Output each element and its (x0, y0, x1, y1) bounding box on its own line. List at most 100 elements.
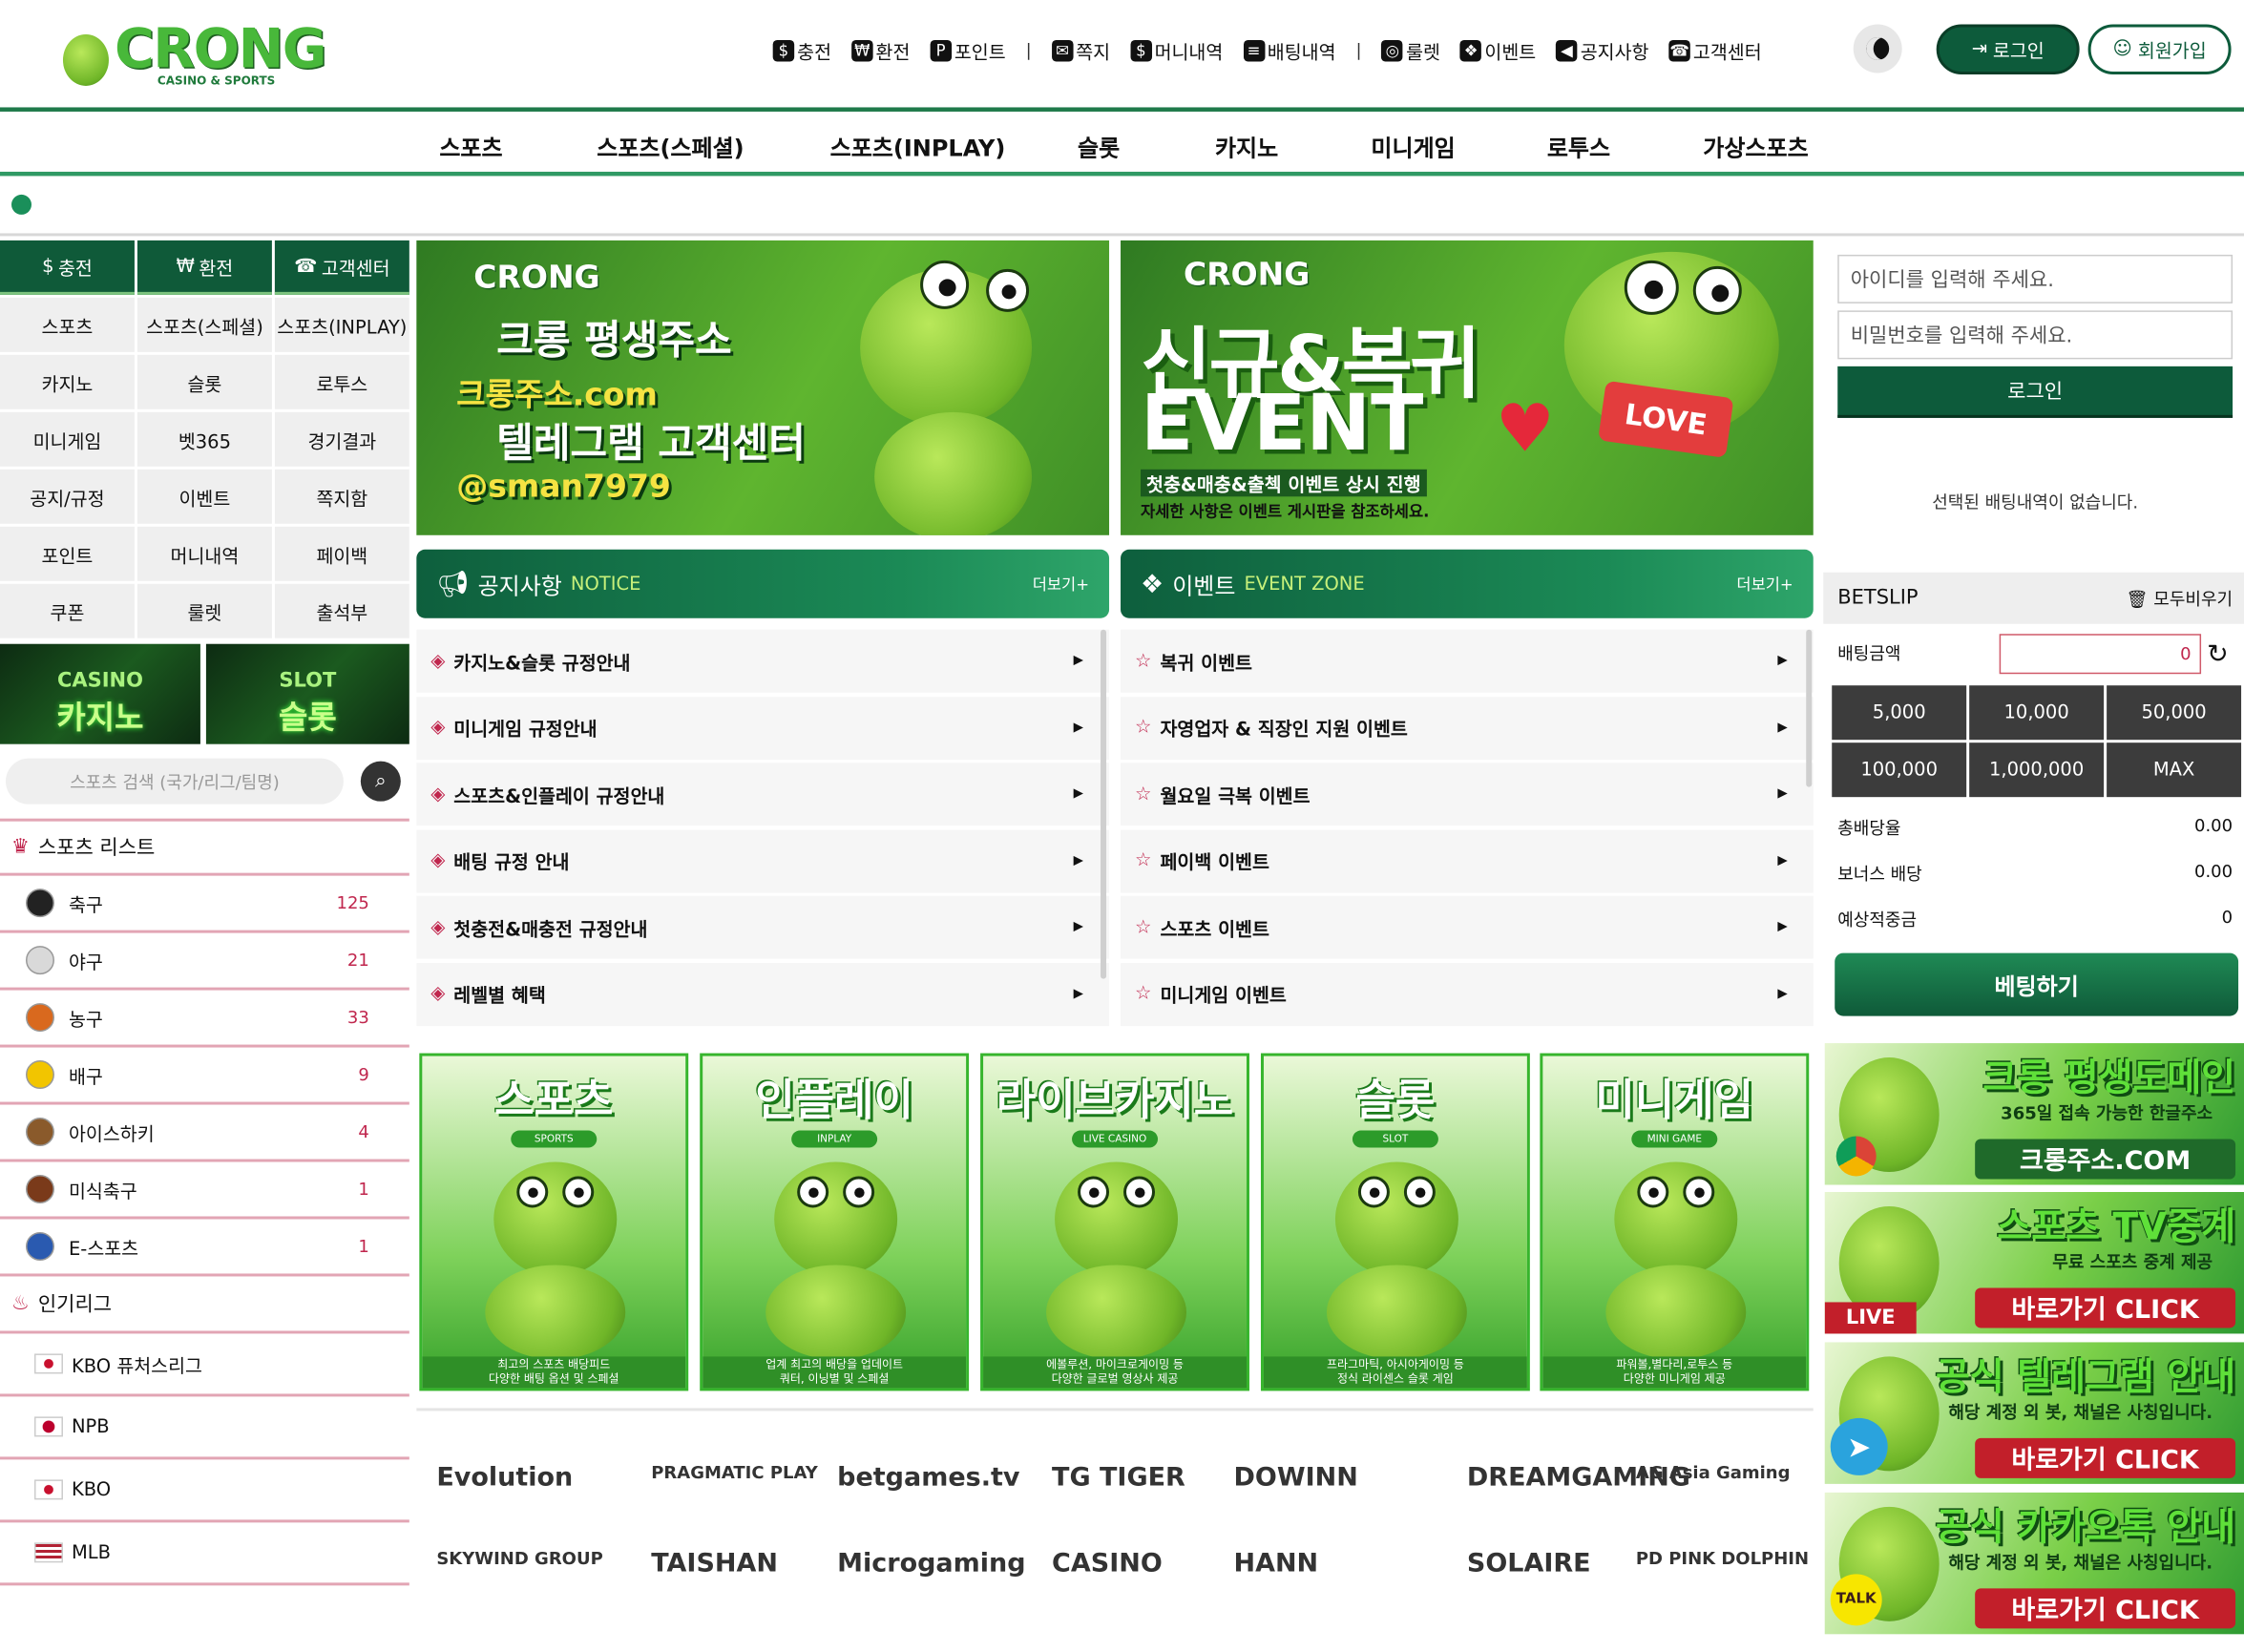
sport-row[interactable]: 아이스하키 4 (0, 1105, 409, 1162)
notice-item[interactable]: ◈ 카지노&슬롯 규정안내 ▶ (416, 629, 1110, 693)
event-more-link[interactable]: 더보기+ (1736, 573, 1793, 596)
notice-item[interactable]: ◈ 배팅 규정 안내 ▶ (416, 829, 1110, 893)
slot-banner[interactable]: SLOT 슬롯 (205, 643, 409, 744)
event-scrollbar[interactable] (1806, 629, 1813, 787)
league-row[interactable]: MLB (0, 1522, 409, 1586)
mainnav-virtual-sports[interactable]: 가상스포츠 (1703, 129, 1808, 163)
mainnav-slot[interactable]: 슬롯 (1078, 129, 1120, 163)
password-input[interactable]: 비밀번호를 입력해 주세요. (1837, 310, 2234, 360)
quick-menu-item[interactable]: 포인트 (0, 526, 135, 581)
game-tile-sports[interactable]: 스포츠 SPORTS 최고의 스포츠 배당피드 다양한 배팅 옵션 및 스페셜 (419, 1053, 689, 1391)
quick-menu-item[interactable]: 출석부 (274, 583, 409, 638)
side-banner[interactable]: 크롱 평생도메인 365일 접속 가능한 한글주소 크롱주소.COM (1824, 1043, 2244, 1185)
notice-item[interactable]: ◈ 스포츠&인플레이 규정안내 ▶ (416, 763, 1110, 826)
game-tile-desc-2: 정식 라이센스 슬롯 게임 (1337, 1371, 1454, 1386)
mainnav-sports-special[interactable]: 스포츠(스페셜) (597, 129, 744, 163)
quick-menu-item[interactable]: 카지노 (0, 354, 135, 409)
league-row[interactable]: KBO (0, 1459, 409, 1523)
side-banner[interactable]: 스포츠 TV중계 무료 스포츠 중계 제공 바로가기 CLICK LIVE (1824, 1192, 2244, 1334)
quick-menu-item[interactable]: 공지/규정 (0, 469, 135, 524)
league-row[interactable]: KBO 퓨처스리그 (0, 1333, 409, 1397)
quick-deposit[interactable]: $ 충전 (0, 240, 135, 295)
quick-menu-item[interactable]: 벳365 (136, 411, 272, 467)
topnav-item[interactable]: $ 머니내역 (1130, 36, 1223, 64)
chip-max[interactable]: MAX (2107, 742, 2242, 798)
quick-menu-item[interactable]: 스포츠(스페셜) (136, 297, 272, 352)
event-item[interactable]: ☆ 미니게임 이벤트 ▶ (1121, 963, 1814, 1027)
chip-10000[interactable]: 10,000 (1969, 685, 2105, 741)
mainnav-sports[interactable]: 스포츠 (439, 129, 502, 163)
sidebar-login-button[interactable]: 로그인 (1837, 366, 2234, 418)
chip-5000[interactable]: 5,000 (1832, 685, 1967, 741)
event-item[interactable]: ☆ 월요일 극복 이벤트 ▶ (1121, 763, 1814, 826)
quick-menu-item[interactable]: 이벤트 (136, 469, 272, 524)
quick-withdraw[interactable]: ₩ 환전 (136, 240, 272, 295)
notice-scrollbar[interactable] (1101, 629, 1107, 979)
sport-row[interactable]: 배구 9 (0, 1048, 409, 1105)
quick-menu-item[interactable]: 쪽지함 (274, 469, 409, 524)
mainnav-lotus[interactable]: 로투스 (1547, 129, 1610, 163)
mainnav-minigame[interactable]: 미니게임 (1371, 129, 1455, 163)
quick-menu-item[interactable]: 스포츠 (0, 297, 135, 352)
quick-menu-item[interactable]: 슬롯 (136, 354, 272, 409)
sport-row[interactable]: 축구 125 (0, 876, 409, 933)
dark-mode-toggle[interactable] (1853, 24, 1902, 73)
mainnav-sports-inplay[interactable]: 스포츠(INPLAY) (830, 129, 1006, 163)
game-tile-inplay[interactable]: 인플레이 INPLAY 업계 최고의 배당을 업데이트 쿼터, 이닝별 및 스페셜 (700, 1053, 970, 1391)
quick-menu-item[interactable]: 로투스 (274, 354, 409, 409)
league-row[interactable]: NPB (0, 1396, 409, 1460)
quick-menu-item[interactable]: 미니게임 (0, 411, 135, 467)
side-banner[interactable]: 공식 텔레그램 안내 해당 계정 외 봇, 채널은 사칭입니다. 바로가기 CLIC… (1824, 1342, 2244, 1484)
quick-support[interactable]: ☎ 고객센터 (274, 240, 409, 295)
event-banner[interactable]: CRONG 신규&복귀 EVENT 첫충&매충&출첵 이벤트 상시 진행 자세한… (1121, 240, 1814, 535)
reset-icon[interactable]: ↻ (2207, 639, 2229, 669)
event-item[interactable]: ☆ 복귀 이벤트 ▶ (1121, 629, 1814, 693)
chip-100000[interactable]: 100,000 (1832, 742, 1967, 798)
address-banner[interactable]: CRONG 크롱 평생주소 크롱주소.com 텔레그램 고객센터 @sman79… (416, 240, 1110, 535)
notice-item[interactable]: ◈ 레벨별 혜택 ▶ (416, 963, 1110, 1027)
topnav-item[interactable]: $ 충전 (772, 36, 831, 64)
notice-item[interactable]: ◈ 첫충전&매충전 규정안내 ▶ (416, 896, 1110, 960)
topnav-item[interactable]: ◎ 룰렛 (1381, 36, 1440, 64)
game-tile-desc: 업계 최고의 배당을 업데이트 쿼터, 이닝별 및 스페셜 (703, 1356, 967, 1389)
sport-row[interactable]: E-스포츠 1 (0, 1219, 409, 1277)
quick-menu-item[interactable]: 머니내역 (136, 526, 272, 581)
topnav-item[interactable]: ✉ 쪽지 (1051, 36, 1110, 64)
quick-menu-item[interactable]: 경기결과 (274, 411, 409, 467)
mainnav-casino[interactable]: 카지노 (1215, 129, 1278, 163)
place-bet-button[interactable]: 베팅하기 (1835, 952, 2239, 1016)
event-item[interactable]: ☆ 자영업자 & 직장인 지원 이벤트 ▶ (1121, 696, 1814, 760)
sport-row[interactable]: 농구 33 (0, 991, 409, 1048)
chip-1000000[interactable]: 1,000,000 (1969, 742, 2105, 798)
game-tile-live-casino[interactable]: 라이브카지노 LIVE CASINO 에볼루션, 마이크로게이밍 등 다양한 글로벌 … (980, 1053, 1249, 1391)
login-button[interactable]: ⇥ 로그인 (1936, 24, 2080, 74)
search-input[interactable]: 스포츠 검색 (국가/리그/팀명) (5, 758, 344, 805)
game-tile-slot[interactable]: 슬롯 SLOT 프라그마틱, 아시아게이밍 등 정식 라이센스 슬롯 게임 (1260, 1053, 1530, 1391)
quick-menu-item[interactable]: 쿠폰 (0, 583, 135, 638)
join-button[interactable]: ☺ 회원가입 (2087, 24, 2232, 74)
event-item[interactable]: ☆ 스포츠 이벤트 ▶ (1121, 896, 1814, 960)
id-input[interactable]: 아이디를 입력해 주세요. (1837, 254, 2234, 303)
topnav-item[interactable]: ☎ 고객센터 (1668, 36, 1762, 64)
sport-row[interactable]: 야구 21 (0, 933, 409, 991)
game-tile-mini-game[interactable]: 미니게임 MINI GAME 파워볼,별다리,로투스 등 다양한 미니게임 제공 (1540, 1053, 1810, 1391)
quick-menu-item[interactable]: 스포츠(INPLAY) (274, 297, 409, 352)
quick-menu-item[interactable]: 페이백 (274, 526, 409, 581)
side-banner[interactable]: 공식 카카오톡 안내 해당 계정 외 봇, 채널은 사칭입니다. 바로가기 CLIC… (1824, 1492, 2244, 1635)
topnav-item[interactable]: ≡ 배팅내역 (1243, 36, 1336, 64)
casino-banner[interactable]: CASINO 카지노 (0, 643, 200, 744)
notice-more-link[interactable]: 더보기+ (1033, 573, 1089, 596)
event-item[interactable]: ☆ 페이백 이벤트 ▶ (1121, 829, 1814, 893)
notice-item[interactable]: ◈ 미니게임 규정안내 ▶ (416, 696, 1110, 760)
bet-amount-input[interactable]: 0 (1999, 634, 2202, 675)
topnav-item[interactable]: ₩ 환전 (851, 36, 910, 64)
clear-all-button[interactable]: 🗑︎ 모두비우기 (2126, 586, 2233, 610)
quick-menu-item[interactable]: 룰렛 (136, 583, 272, 638)
chip-50000[interactable]: 50,000 (2107, 685, 2242, 741)
search-icon[interactable]: ⌕ (360, 761, 401, 802)
sport-row[interactable]: 미식축구 1 (0, 1162, 409, 1220)
topnav-item[interactable]: ◀ 공지사항 (1556, 36, 1648, 64)
site-logo[interactable]: CRONG CASINO & SPORTS (60, 11, 346, 94)
topnav-item[interactable]: ❖ 이벤트 (1459, 36, 1536, 64)
topnav-item[interactable]: P 포인트 (930, 36, 1006, 64)
